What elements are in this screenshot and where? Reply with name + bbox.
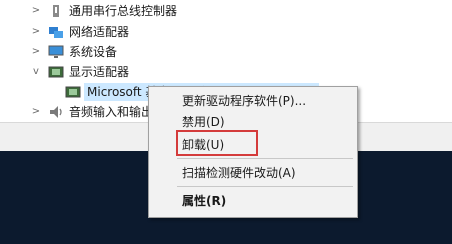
tree-item-label: 通用串行总线控制器 bbox=[69, 4, 178, 18]
usb-icon bbox=[53, 5, 59, 17]
menu-item-update-driver[interactable]: 更新驱动程序软件(P)... bbox=[182, 91, 306, 111]
annotation-highlight-box bbox=[176, 130, 258, 156]
menu-separator bbox=[177, 158, 353, 159]
tree-item-label: 网络适配器 bbox=[69, 25, 130, 39]
chevron-right-icon[interactable]: > bbox=[31, 102, 41, 122]
tree-item-label: 显示适配器 bbox=[69, 65, 130, 79]
display-adapter-icon bbox=[65, 86, 81, 98]
tree-item-label: 系统设备 bbox=[69, 45, 118, 59]
chevron-right-icon[interactable]: > bbox=[31, 42, 41, 62]
speaker-icon bbox=[50, 106, 62, 118]
menu-item-disable[interactable]: 禁用(D) bbox=[182, 112, 225, 132]
menu-separator bbox=[177, 186, 353, 187]
chevron-right-icon[interactable]: > bbox=[31, 1, 41, 21]
chevron-down-icon[interactable]: v bbox=[31, 62, 41, 82]
chevron-right-icon[interactable]: > bbox=[31, 22, 41, 42]
tree-item-label: 音频输入和输出 bbox=[69, 105, 154, 119]
menu-item-scan-hardware[interactable]: 扫描检测硬件改动(A) bbox=[182, 163, 296, 183]
monitor-icon bbox=[48, 45, 64, 58]
menu-item-properties[interactable]: 属性(R) bbox=[182, 191, 226, 211]
network-adapter-icon bbox=[49, 27, 63, 38]
display-adapter-icon bbox=[48, 66, 64, 78]
